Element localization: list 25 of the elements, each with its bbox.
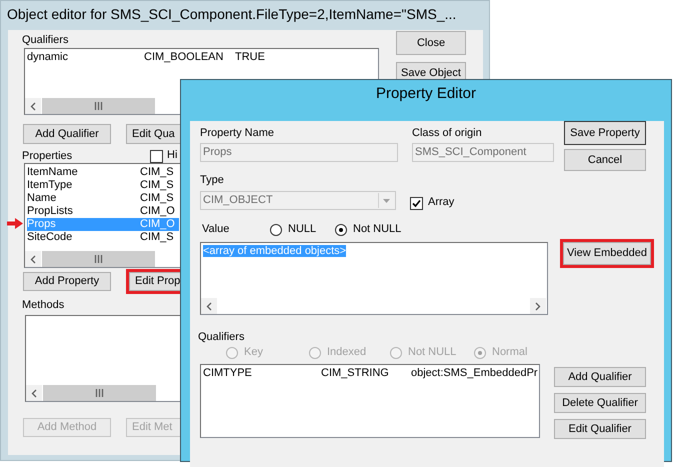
- window-title: Object editor for SMS_SCI_Component.FileType=2,ItemName="SMS_...: [6, 5, 458, 24]
- checkbox-label: Hi: [167, 149, 178, 163]
- list-cell: TRUE: [235, 51, 265, 64]
- list-cell-text: CIMTYPE: [203, 367, 253, 380]
- list-cell: object:SMS_EmbeddedPr: [411, 367, 538, 380]
- list-cell-text: CIM_STRING: [321, 367, 390, 380]
- radio-label: Key: [244, 346, 263, 360]
- list-cell-text: CIM_BOOLEAN: [144, 51, 224, 64]
- field-label: Class of origin: [412, 126, 482, 140]
- field-label: Type: [200, 173, 224, 187]
- value-text: <array of embedded objects>: [203, 245, 346, 257]
- field-label: Property Name: [200, 126, 274, 140]
- radio-label: NULL: [288, 223, 316, 237]
- radio-label: Normal: [492, 346, 528, 360]
- section-label: Qualifiers: [22, 33, 68, 47]
- section-label: Methods: [22, 298, 64, 312]
- checkbox-label: Array: [428, 196, 454, 210]
- window-title: Property Editor: [374, 84, 478, 104]
- radio-label: Not NULL: [353, 223, 402, 237]
- radio-label: Not NULL: [408, 346, 456, 360]
- section-label: Properties: [22, 149, 74, 163]
- list-cell-text: dynamic: [27, 51, 69, 64]
- field-label: Value: [201, 223, 230, 237]
- section-label: Qualifiers: [198, 330, 244, 344]
- radio-label: Indexed: [327, 346, 366, 360]
